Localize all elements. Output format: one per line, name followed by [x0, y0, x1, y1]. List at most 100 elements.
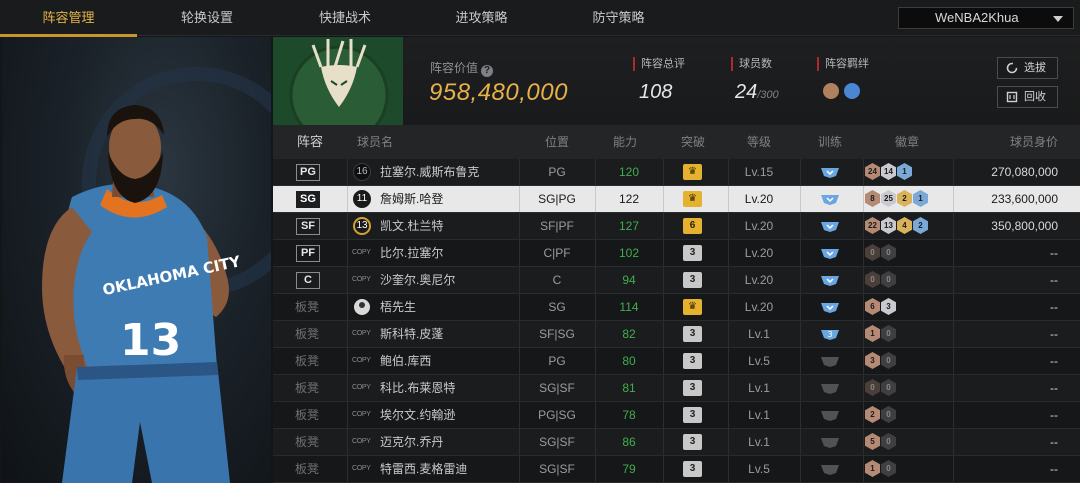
table-row[interactable]: 板凳 COPY 特雷西.麦格雷迪 SG|SF 79 3 Lv.5 1 0 --: [273, 456, 1080, 483]
player-name[interactable]: 迈克尔.乔丹: [380, 429, 443, 455]
lineup-slot-badge: SG: [296, 191, 320, 208]
badge-group: 24 14 1: [865, 163, 913, 181]
player-name[interactable]: 比尔.拉塞尔: [380, 240, 443, 266]
tab-offense-strategy[interactable]: 进攻策略: [413, 0, 550, 36]
badge-group: 22 13 4 2: [865, 217, 929, 235]
lineup-slot-badge: SF: [296, 218, 320, 235]
table-row[interactable]: PF COPY 比尔.拉塞尔 C|PF 102 3 Lv.20 0 0 --: [273, 240, 1080, 267]
recycle-button[interactable]: 回收: [997, 86, 1058, 108]
training-icon[interactable]: [819, 381, 841, 395]
training-icon[interactable]: 3: [819, 327, 841, 341]
account-dropdown[interactable]: WeNBA2Khua: [898, 7, 1074, 29]
pick-button[interactable]: 选拔: [997, 57, 1058, 79]
player-value: --: [1050, 462, 1058, 476]
player-name[interactable]: 梧先生: [380, 294, 416, 320]
badge-group: 00: [865, 244, 897, 262]
column-divider: [953, 429, 954, 455]
bond-handshake-icon[interactable]: [823, 83, 839, 99]
copy-card-icon: COPY: [352, 357, 371, 364]
player-name[interactable]: 埃尔文.约翰逊: [380, 402, 455, 428]
training-icon[interactable]: [819, 192, 841, 206]
player-name[interactable]: 斯科特.皮蓬: [380, 321, 443, 347]
badge-count: 3: [865, 352, 880, 369]
column-divider: [663, 456, 664, 482]
column-divider: [347, 375, 348, 401]
column-divider: [953, 294, 954, 320]
bench-label: 板凳: [295, 327, 320, 341]
column-divider: [800, 348, 801, 374]
jersey-number-badge: 13: [353, 217, 371, 235]
header-training: 训练: [817, 135, 842, 149]
player-position: C: [552, 273, 562, 287]
tab-rotation-settings[interactable]: 轮换设置: [137, 0, 277, 36]
badge-count: 24: [865, 163, 880, 180]
breakthrough-level-badge: 3: [683, 353, 702, 369]
bench-label: 板凳: [295, 354, 320, 368]
player-value: --: [1050, 408, 1058, 422]
player-level: Lv.20: [744, 192, 774, 206]
header-ability: 能力: [612, 135, 637, 149]
breakthrough-level-badge: 3: [683, 434, 702, 450]
table-row[interactable]: 板凳 COPY 埃尔文.约翰逊 PG|SG 78 3 Lv.1 2 0 --: [273, 402, 1080, 429]
column-divider: [953, 456, 954, 482]
player-name[interactable]: 拉塞尔.威斯布鲁克: [380, 159, 479, 185]
training-icon[interactable]: [819, 354, 841, 368]
lineup-bond-stat: 阵容羁绊: [817, 57, 869, 99]
player-name[interactable]: 鲍伯.库西: [380, 348, 431, 374]
badge-count: 22: [865, 217, 880, 234]
training-icon[interactable]: [819, 408, 841, 422]
help-icon[interactable]: ?: [481, 65, 494, 77]
tab-quick-tactics[interactable]: 快捷战术: [277, 0, 413, 36]
training-icon[interactable]: [819, 462, 841, 476]
player-position: SG|SF: [539, 462, 575, 476]
table-row[interactable]: 板凳 COPY 鲍伯.库西 PG 80 3 Lv.5 3 0 --: [273, 348, 1080, 375]
player-position: PG|SG: [538, 408, 576, 422]
tab-defense-strategy[interactable]: 防守策略: [550, 0, 687, 36]
training-icon[interactable]: [819, 165, 841, 179]
table-row[interactable]: 板凳 COPY 迈克尔.乔丹 SG|SF 86 3 Lv.1 5 0 --: [273, 429, 1080, 456]
player-name[interactable]: 詹姆斯.哈登: [380, 186, 443, 212]
column-divider: [663, 321, 664, 347]
column-divider: [663, 375, 664, 401]
training-icon[interactable]: [819, 219, 841, 233]
player-value: --: [1050, 327, 1058, 341]
column-divider: [347, 159, 348, 185]
player-illustration: OKLAHOMA CITY 13: [42, 105, 243, 483]
table-row[interactable]: 板凳 COPY 斯科特.皮蓬 SF|SG 82 3 Lv.1 3 1 0 --: [273, 321, 1080, 348]
training-icon[interactable]: [819, 435, 841, 449]
breakthrough-level-badge: 6: [683, 218, 702, 234]
table-row[interactable]: C COPY 沙奎尔.奥尼尔 C 94 3 Lv.20 0 0 --: [273, 267, 1080, 294]
badge-group: 10: [865, 460, 897, 478]
badge-group: 00: [865, 379, 897, 397]
badge-count: 0: [881, 379, 896, 396]
bond-team-icon[interactable]: [844, 83, 860, 99]
lineup-bond-label: 阵容羁绊: [817, 57, 869, 71]
player-ability: 122: [618, 192, 640, 206]
training-icon[interactable]: [819, 273, 841, 287]
table-row[interactable]: 板凳 梧先生 SG 114 ♛ Lv.20 6 3 --: [273, 294, 1080, 321]
player-name[interactable]: 特雷西.麦格雷迪: [380, 456, 467, 482]
player-position: C|PF: [543, 246, 571, 260]
copy-card-icon: COPY: [352, 384, 371, 391]
table-row[interactable]: SG 11 詹姆斯.哈登 SG|PG 122 ♛ Lv.20 8 25 2 1 233,600,000: [273, 186, 1080, 213]
lineup-table: 阵容 球员名 位置 能力 突破 等级 训练 徽章 球员身价 PG 16 拉塞尔.威斯…: [273, 125, 1080, 483]
badge-count: 0: [865, 379, 880, 396]
training-icon[interactable]: [819, 246, 841, 260]
player-position: SG: [548, 300, 566, 314]
training-icon[interactable]: [819, 300, 841, 314]
table-row[interactable]: SF 13 凯文.杜兰特 SF|PF 127 6 Lv.20 22 13 4 2 350,800,00…: [273, 213, 1080, 240]
player-name[interactable]: 沙奎尔.奥尼尔: [380, 267, 455, 293]
top-navigation: 阵容管理 轮换设置 快捷战术 进攻策略 防守策略 WeNBA2Khua: [0, 0, 1080, 37]
tab-lineup-management[interactable]: 阵容管理: [0, 0, 137, 37]
table-row[interactable]: PG 16 拉塞尔.威斯布鲁克 PG 120 ♛ Lv.15 24 14 1 270,080,000: [273, 159, 1080, 186]
player-name[interactable]: 科比.布莱恩特: [380, 375, 455, 401]
badge-count: 0: [865, 271, 880, 288]
table-row[interactable]: 板凳 COPY 科比.布莱恩特 SG|SF 81 3 Lv.1 0 0 --: [273, 375, 1080, 402]
overall-rating-value: 108: [639, 81, 673, 103]
player-ability: 102: [618, 246, 640, 260]
header-badges: 徽章: [894, 135, 919, 149]
player-name[interactable]: 凯文.杜兰特: [380, 213, 443, 239]
player-level: Lv.1: [748, 381, 770, 395]
badge-count: 0: [881, 244, 896, 261]
badge-group: 20: [865, 406, 897, 424]
